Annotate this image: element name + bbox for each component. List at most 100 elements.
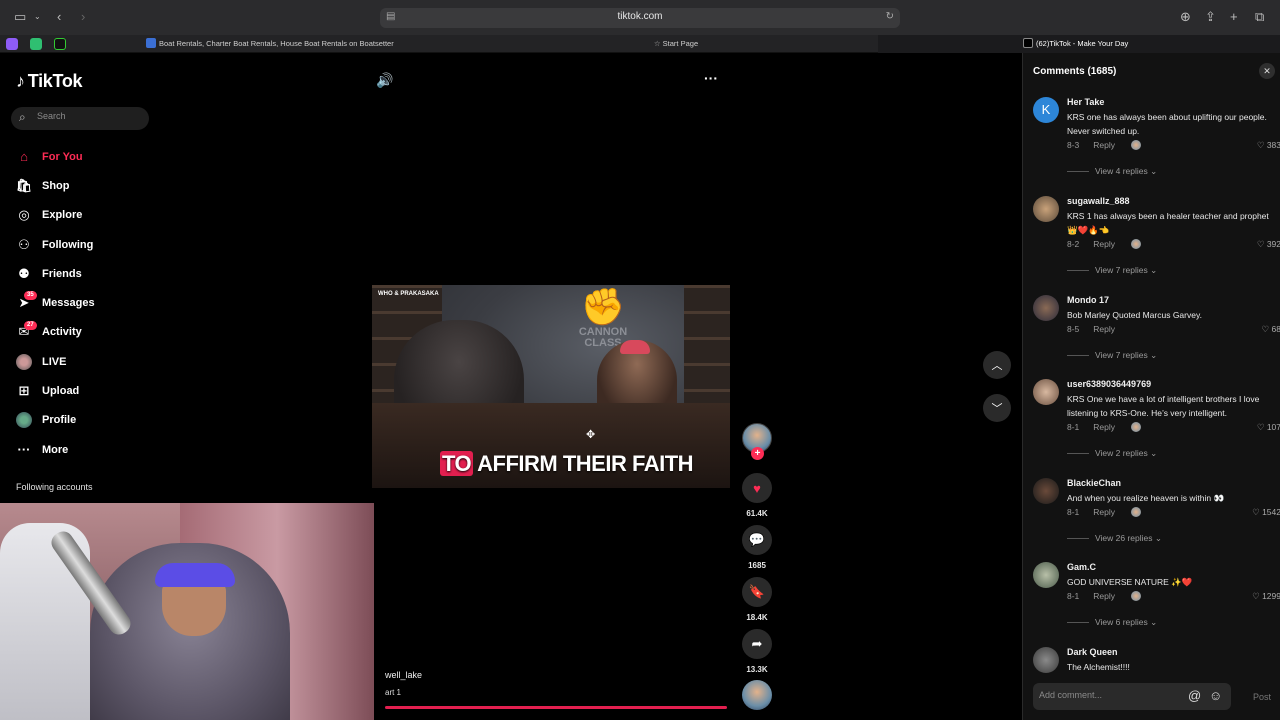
comment-author[interactable]: Dark Queen <box>1067 647 1118 657</box>
music-disc-avatar[interactable] <box>742 680 772 710</box>
previous-video-button[interactable]: ︿ <box>983 351 1011 379</box>
sidebar-item-more[interactable]: ··· More <box>16 435 156 464</box>
reply-button[interactable]: Reply <box>1093 422 1115 432</box>
view-replies-button[interactable]: View 4 replies ⌄ <box>1067 166 1157 177</box>
sidebar-item-following[interactable]: ⚇ Following <box>16 230 156 259</box>
share-button[interactable]: ➦ <box>742 629 772 659</box>
more-options-icon[interactable]: ··· <box>704 70 718 86</box>
chevron-down-icon[interactable]: ⌄ <box>34 9 41 25</box>
comment-like-button[interactable]: ♡ 392 <box>1257 239 1280 250</box>
comment-text: And when you realize heaven is within 👀 <box>1067 493 1225 503</box>
sidebar-item-friends[interactable]: ⚉ Friends <box>16 259 156 288</box>
sidebar-item-live[interactable]: LIVE <box>16 347 156 376</box>
heart-outline-icon: ♡ <box>1256 140 1267 150</box>
sidebar-item-messages[interactable]: ➤ Messages 35 <box>16 288 156 317</box>
avatar[interactable]: K <box>1033 97 1059 123</box>
comment-author[interactable]: Gam.C <box>1067 562 1096 572</box>
emoji-icon[interactable]: ☺ <box>1209 688 1222 703</box>
follow-plus-icon[interactable]: + <box>751 447 764 460</box>
mention-icon[interactable]: @ <box>1188 688 1201 703</box>
view-replies-button[interactable]: View 6 replies ⌄ <box>1067 617 1157 628</box>
like-button[interactable]: ♥ <box>742 473 772 503</box>
comment-meta: 8-3 Reply <box>1067 139 1142 151</box>
video-username[interactable]: well_lake <box>385 670 422 680</box>
pinned-tab-icon[interactable] <box>30 38 42 50</box>
reply-button[interactable]: Reply <box>1093 239 1115 249</box>
tiktok-logo[interactable]: ♪ TikTok <box>16 71 83 92</box>
comment-author[interactable]: user6389036449769 <box>1067 379 1151 389</box>
video-caption: TO AFFIRM THEIR FAITH <box>440 451 694 476</box>
heart-outline-icon: ♡ <box>1261 324 1272 334</box>
address-bar[interactable]: ▤ tiktok.com ↻ <box>380 8 900 28</box>
view-replies-button[interactable]: View 2 replies ⌄ <box>1067 448 1157 459</box>
tab-tiktok[interactable]: (62)TikTok - Make Your Day <box>878 35 1280 53</box>
new-tab-icon[interactable]: + <box>1230 9 1238 25</box>
search-icon: ⌕ <box>19 110 26 124</box>
chevron-down-icon: ⌄ <box>1150 350 1158 360</box>
sidebar-item-upload[interactable]: ⊞ Upload <box>16 376 156 405</box>
sidebar-item-profile[interactable]: Profile <box>16 406 156 435</box>
explore-icon: ◎ <box>18 207 30 223</box>
video-player[interactable]: ✊ CANNON CLASS WHO & PRAKASAKA TO AFFIRM T… <box>372 285 730 488</box>
back-icon[interactable]: ‹ <box>57 9 61 25</box>
view-replies-button[interactable]: View 26 replies ⌄ <box>1067 533 1162 544</box>
sidebar-toggle-icon[interactable]: ▭ <box>14 9 26 25</box>
reply-button[interactable]: Reply <box>1093 507 1115 517</box>
avatar[interactable] <box>1033 478 1059 504</box>
avatar[interactable] <box>1033 196 1059 222</box>
search-input[interactable] <box>37 111 142 121</box>
reload-icon[interactable]: ↻ <box>886 11 894 22</box>
chevron-up-icon: ︿ <box>991 360 1003 372</box>
reply-button[interactable]: Reply <box>1093 324 1115 334</box>
volume-icon[interactable]: 🔊 <box>376 72 393 89</box>
tab-overview-icon[interactable]: ⧉ <box>1255 9 1264 25</box>
upload-icon: ⊞ <box>18 383 30 399</box>
share-icon[interactable]: ⇪ <box>1205 9 1216 25</box>
pinned-tab-icon[interactable] <box>54 38 66 50</box>
tab-bar: Boat Rentals, Charter Boat Rentals, Hous… <box>0 35 1280 53</box>
sidebar-item-explore[interactable]: ◎ Explore <box>16 201 156 230</box>
view-replies-button[interactable]: View 7 replies ⌄ <box>1067 265 1157 276</box>
comment-author[interactable]: Mondo 17 <box>1067 295 1109 305</box>
post-comment-button[interactable]: Post <box>1253 692 1271 702</box>
next-video-button[interactable]: ﹀ <box>983 394 1011 422</box>
download-icon[interactable]: ⊕ <box>1180 9 1191 25</box>
comment-like-button[interactable]: ♡ 68 <box>1262 324 1280 335</box>
save-button[interactable]: 🔖 <box>742 577 772 607</box>
tab-start-page[interactable]: ☆ Start Page <box>476 35 876 53</box>
comment-author[interactable]: Her Take <box>1067 97 1104 107</box>
comment-text: KRS 1 has always been a healer teacher a… <box>1067 211 1269 235</box>
comment-like-button[interactable]: ♡ 1299 <box>1252 591 1280 602</box>
sidebar-item-shop[interactable]: 🛍 Shop <box>16 171 156 200</box>
view-replies-button[interactable]: View 7 replies ⌄ <box>1067 350 1157 361</box>
close-comments-button[interactable]: ✕ <box>1259 63 1275 79</box>
bookmark-icon: 🔖 <box>748 584 766 599</box>
tab-boatsetter[interactable]: Boat Rentals, Charter Boat Rentals, Hous… <box>140 35 474 53</box>
forward-icon[interactable]: › <box>81 9 85 25</box>
sidebar-item-activity[interactable]: ✉ Activity 27 <box>16 318 156 347</box>
home-icon: ⌂ <box>20 149 28 165</box>
video-progress-bar[interactable] <box>385 706 727 709</box>
avatar[interactable] <box>1033 379 1059 405</box>
comment-author[interactable]: sugawallz_888 <box>1067 196 1130 206</box>
star-icon: ☆ <box>653 39 663 48</box>
avatar[interactable] <box>1033 295 1059 321</box>
comment-input-box[interactable]: @ ☺ <box>1033 683 1231 710</box>
avatar[interactable] <box>1033 647 1059 673</box>
avatar[interactable] <box>1033 562 1059 588</box>
following-icon: ⚇ <box>18 236 30 252</box>
comment-like-button[interactable]: ♡ 107 <box>1257 422 1280 433</box>
comment-meta: 8-1 Reply <box>1067 506 1142 518</box>
search-box[interactable]: ⌕ <box>11 107 149 130</box>
comment-author[interactable]: BlackieChan <box>1067 478 1121 488</box>
reply-button[interactable]: Reply <box>1093 140 1115 150</box>
comment-like-button[interactable]: ♡ 383 <box>1257 140 1280 151</box>
url-text: tiktok.com <box>617 11 663 22</box>
comment-input[interactable] <box>1039 690 1179 700</box>
comment-button[interactable]: 💬 <box>742 525 772 555</box>
reply-button[interactable]: Reply <box>1093 591 1115 601</box>
comment-like-button[interactable]: ♡ 1542 <box>1252 507 1280 518</box>
heart-icon: ♥ <box>753 480 761 496</box>
pinned-tab-icon[interactable] <box>6 38 18 50</box>
sidebar-item-for-you[interactable]: ⌂ For You <box>16 142 156 171</box>
